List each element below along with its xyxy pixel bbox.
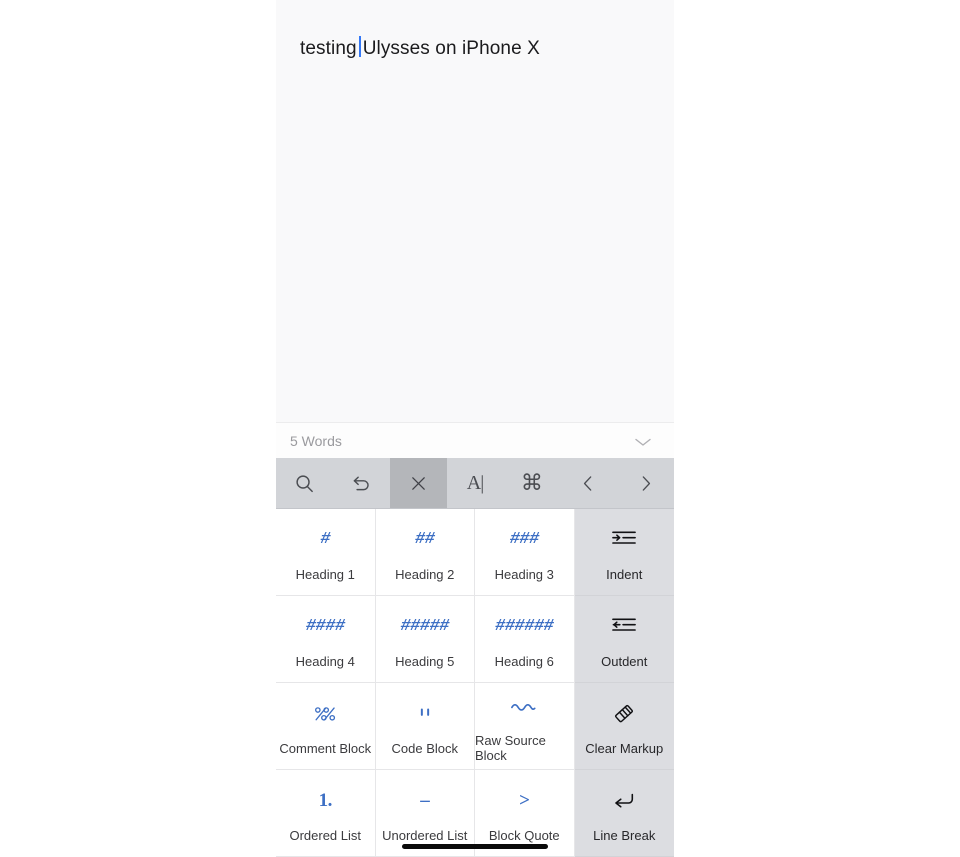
key-raw-source-block[interactable]: Raw Source Block bbox=[475, 683, 575, 770]
percent-percent-icon bbox=[312, 697, 339, 731]
key-label: Clear Markup bbox=[585, 740, 664, 756]
key-label: Comment Block bbox=[279, 740, 372, 756]
hash-5-icon: ##### bbox=[400, 617, 449, 636]
hash-6-icon: ###### bbox=[495, 617, 554, 636]
line-break-icon bbox=[612, 784, 636, 818]
key-outdent[interactable]: Outdent bbox=[574, 596, 674, 683]
chevron-left-icon bbox=[578, 473, 599, 494]
document-text-before-caret: testing bbox=[300, 38, 357, 59]
close-keyboard-button[interactable] bbox=[389, 458, 447, 508]
document-text-after-caret: Ulysses on iPhone X bbox=[362, 38, 540, 59]
next-button[interactable] bbox=[617, 458, 674, 508]
command-icon: ⌘ bbox=[520, 470, 543, 495]
undo-button[interactable] bbox=[333, 458, 390, 508]
word-count-bar[interactable]: 5 Words bbox=[276, 422, 674, 458]
chevron-right-icon bbox=[635, 473, 656, 494]
document-text-line[interactable]: testing Ulysses on iPhone X bbox=[300, 33, 540, 60]
key-indent[interactable]: Indent bbox=[574, 509, 674, 596]
eraser-icon bbox=[612, 697, 637, 731]
hash-1-icon: # bbox=[320, 530, 331, 549]
key-heading-2[interactable]: ## Heading 2 bbox=[375, 509, 475, 596]
key-label: Line Break bbox=[593, 827, 656, 843]
code-bars-icon bbox=[415, 697, 435, 731]
undo-icon bbox=[350, 472, 373, 495]
command-button[interactable]: ⌘ bbox=[503, 458, 560, 508]
key-label: Unordered List bbox=[382, 827, 468, 843]
key-label: Heading 5 bbox=[395, 653, 455, 669]
previous-button[interactable] bbox=[560, 458, 617, 508]
key-label: Ordered List bbox=[289, 827, 362, 843]
iphone-screen: testing Ulysses on iPhone X 5 Words A| ⌘… bbox=[276, 0, 674, 857]
key-line-break[interactable]: Line Break bbox=[574, 770, 674, 857]
key-label: Heading 4 bbox=[295, 653, 355, 669]
text-format-button[interactable]: A| bbox=[447, 458, 504, 508]
keyboard-accessory-toolbar[interactable]: A| ⌘ bbox=[276, 458, 674, 509]
key-label: Outdent bbox=[601, 653, 648, 669]
block-quote-icon: > bbox=[519, 789, 530, 811]
key-label: Heading 6 bbox=[494, 653, 554, 669]
key-heading-4[interactable]: #### Heading 4 bbox=[276, 596, 376, 683]
markup-keyboard[interactable]: # Heading 1 ## Heading 2 ### Heading 3 I… bbox=[276, 509, 674, 857]
document-editor[interactable]: testing Ulysses on iPhone X bbox=[276, 0, 674, 422]
indent-icon bbox=[612, 523, 637, 557]
word-count-label: 5 Words bbox=[290, 432, 342, 449]
chevron-down-icon[interactable] bbox=[634, 435, 652, 447]
key-ordered-list[interactable]: 1. Ordered List bbox=[276, 770, 376, 857]
text-caret bbox=[358, 36, 361, 57]
hash-3-icon: ### bbox=[509, 530, 540, 549]
key-label: Heading 1 bbox=[295, 566, 355, 582]
key-heading-3[interactable]: ### Heading 3 bbox=[475, 509, 575, 596]
tilde-wave-icon bbox=[510, 689, 538, 723]
hash-2-icon: ## bbox=[415, 530, 435, 549]
ordered-list-icon: 1. bbox=[318, 789, 333, 811]
key-label: Code Block bbox=[391, 740, 458, 756]
key-label: Raw Source Block bbox=[475, 733, 546, 763]
outdent-icon bbox=[612, 610, 637, 644]
text-cursor-icon: A| bbox=[466, 472, 484, 494]
key-heading-1[interactable]: # Heading 1 bbox=[276, 509, 376, 596]
key-clear-markup[interactable]: Clear Markup bbox=[574, 683, 674, 770]
key-heading-6[interactable]: ###### Heading 6 bbox=[475, 596, 575, 683]
unordered-list-icon: – bbox=[420, 789, 430, 811]
key-label: Block Quote bbox=[488, 827, 560, 843]
key-label: Indent bbox=[606, 566, 643, 582]
key-label: Heading 3 bbox=[494, 566, 554, 582]
key-comment-block[interactable]: Comment Block bbox=[276, 683, 376, 770]
hash-4-icon: #### bbox=[305, 617, 345, 636]
search-icon bbox=[293, 472, 316, 495]
close-icon bbox=[408, 473, 429, 494]
home-indicator bbox=[402, 844, 548, 849]
key-code-block[interactable]: Code Block bbox=[375, 683, 475, 770]
key-label: Heading 2 bbox=[395, 566, 455, 582]
search-button[interactable] bbox=[276, 458, 333, 508]
key-heading-5[interactable]: ##### Heading 5 bbox=[375, 596, 475, 683]
